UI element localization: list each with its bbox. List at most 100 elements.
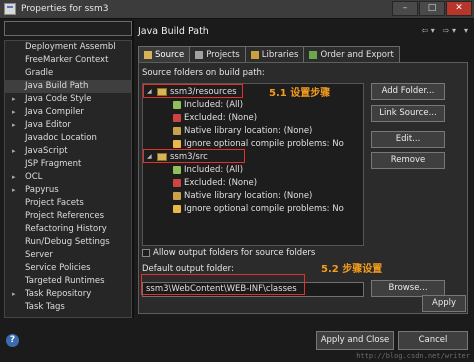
property-pages-tree: Deployment Assembl FreeMarker Context Grad… [4,40,132,318]
sidebar-item[interactable]: ▸ Java Compiler [5,106,131,119]
window-title: Properties for ssm3 [21,4,109,14]
help-icon[interactable]: ? [6,334,19,347]
page-title: Java Build Path [138,26,209,37]
expand-arrow-icon[interactable]: ▸ [12,145,16,158]
watermark: http://blog.csdn.net/writer [356,352,470,360]
allow-output-label: Allow output folders for source folders [153,248,316,258]
sidebar-item[interactable]: Deployment Assembl [5,41,131,54]
sidebar-item-label: Task Repository [25,289,92,299]
sidebar-item[interactable]: Gradle [5,67,131,80]
sidebar-item[interactable]: Run/Debug Settings [5,236,131,249]
apply-and-close-button[interactable]: Apply and Close [316,331,394,350]
tab-libraries[interactable]: Libraries [244,46,305,62]
sidebar-item[interactable]: Javadoc Location [5,132,131,145]
sidebar-item-label: Refactoring History [25,224,107,234]
window-controls: – □ ✕ [392,1,472,16]
source-tab-panel: Source folders on build path: ◢ ssm3/reso… [138,62,468,314]
annotation-step1: 5.1 设置步骤 [269,88,331,99]
forward-arrow-icon[interactable]: ⇨ ▾ [443,26,456,35]
dialog-button-bar: ? Apply and Close Cancel http://blog.csd… [0,320,474,362]
link-source-button[interactable]: Link Source... [371,105,445,122]
expand-arrow-icon[interactable]: ▸ [12,93,16,106]
sidebar-item-label: JSP Fragment [25,159,82,169]
attribute-icon [173,192,181,200]
source-attribute-node[interactable]: Included: (All) [173,99,243,111]
sidebar-item-label: Papyrus [25,185,59,195]
tab-source[interactable]: Source [138,46,191,62]
tab-order-and-export[interactable]: Order and Export [303,46,400,62]
sidebar-item[interactable]: Refactoring History [5,223,131,236]
properties-sidebar: Deployment Assembl FreeMarker Context Grad… [4,21,132,318]
tab-projects[interactable]: Projects [189,46,246,62]
sidebar-item[interactable]: ▸ Java Editor [5,119,131,132]
apply-button[interactable]: Apply [422,295,466,312]
back-arrow-icon[interactable]: ⇦ ▾ [421,26,434,35]
filter-input[interactable] [4,21,132,36]
page-header: Java Build Path ⇦ ▾ ⇨ ▾ ▾ [134,21,474,43]
sidebar-item[interactable]: Server [5,249,131,262]
content-pane: Java Build Path ⇦ ▾ ⇨ ▾ ▾ Source Projects… [134,21,474,318]
remove-button[interactable]: Remove [371,152,445,169]
sidebar-item[interactable]: ▸ Java Code Style [5,93,131,106]
source-attribute-node[interactable]: Excluded: (None) [173,112,257,124]
cancel-button[interactable]: Cancel [398,331,468,350]
expand-arrow-icon[interactable]: ▸ [12,288,16,301]
sidebar-item-label: Server [25,250,53,260]
maximize-button[interactable]: □ [419,1,445,16]
attribute-icon [173,114,181,122]
annotation-box-output [141,274,305,295]
tab-label: Libraries [261,49,299,60]
add-folder-button[interactable]: Add Folder... [371,83,445,100]
expand-arrow-icon[interactable]: ▸ [12,184,16,197]
sidebar-item-label: Java Code Style [25,94,92,104]
allow-output-checkbox[interactable] [142,249,150,257]
sidebar-item[interactable]: JSP Fragment [5,158,131,171]
sidebar-item[interactable]: FreeMarker Context [5,54,131,67]
attribute-label: Native library location: (None) [184,126,313,136]
sidebar-item[interactable]: ▸ OCL [5,171,131,184]
tab-icon [144,50,152,59]
menu-chevron-icon[interactable]: ▾ [464,26,468,35]
sidebar-item-label: Gradle [25,68,54,78]
sidebar-item[interactable]: ▸ Task Repository [5,288,131,301]
attribute-label: Native library location: (None) [184,191,313,201]
source-attribute-node[interactable]: Native library location: (None) [173,125,312,137]
sidebar-item-label: Java Compiler [25,107,84,117]
sidebar-item[interactable]: Service Policies [5,262,131,275]
sidebar-item[interactable]: Targeted Runtimes [5,275,131,288]
sidebar-item-label: Java Editor [25,120,71,130]
minimize-button[interactable]: – [392,1,418,16]
close-button[interactable]: ✕ [446,1,472,16]
source-attribute-node[interactable]: Included: (All) [173,164,243,176]
expand-arrow-icon[interactable]: ▸ [12,119,16,132]
source-attribute-node[interactable]: Ignore optional compile problems: No [173,203,344,215]
sidebar-item[interactable]: ▸ JavaScript [5,145,131,158]
attribute-icon [173,140,181,148]
sidebar-item-label: Javadoc Location [25,133,97,143]
sidebar-item-label: Targeted Runtimes [25,276,105,286]
attribute-label: Excluded: (None) [184,113,258,123]
tab-label: Source [155,49,185,60]
source-attribute-node[interactable]: Native library location: (None) [173,190,312,202]
source-folders-tree[interactable]: ◢ ssm3/resources Included: (All) Excluded: … [142,83,364,246]
source-attribute-node[interactable]: Excluded: (None) [173,177,257,189]
default-output-label: Default output folder: [142,264,234,274]
attribute-icon [173,127,181,135]
sidebar-item[interactable]: ▸ Papyrus [5,184,131,197]
sidebar-item[interactable]: Project References [5,210,131,223]
attribute-label: Included: (All) [184,100,244,110]
tab-label: Projects [206,49,240,60]
title-bar: Properties for ssm3 – □ ✕ [0,0,474,19]
sidebar-item-label: FreeMarker Context [25,55,109,65]
expand-arrow-icon[interactable]: ▸ [12,106,16,119]
sidebar-item-label: Service Policies [25,263,91,273]
sidebar-item-label: JavaScript [25,146,68,156]
sidebar-item[interactable]: Task Tags [5,301,131,314]
attribute-icon [173,205,181,213]
attribute-icon [173,179,181,187]
edit-button[interactable]: Edit... [371,131,445,148]
sidebar-item[interactable]: Project Facets [5,197,131,210]
tab-icon [309,50,318,59]
sidebar-item[interactable]: Java Build Path [5,80,131,93]
expand-arrow-icon[interactable]: ▸ [12,171,16,184]
